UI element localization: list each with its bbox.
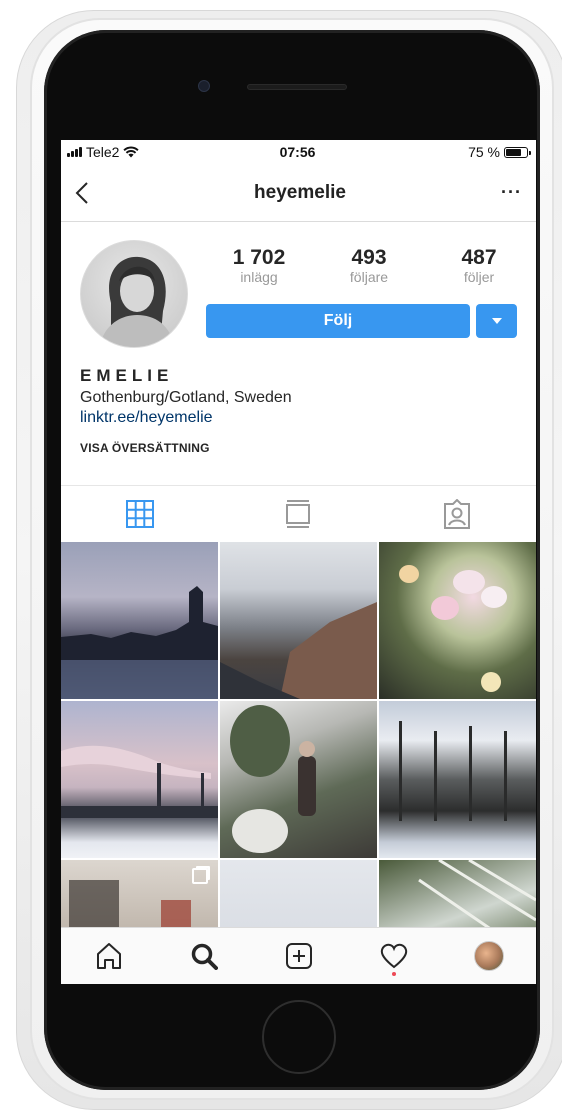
post-tile[interactable] [379, 542, 536, 699]
battery-icon [504, 146, 531, 158]
earpiece-speaker [247, 84, 347, 90]
post-tile[interactable] [220, 701, 377, 858]
tab-home[interactable] [87, 934, 131, 978]
stat-following[interactable]: 487 följer [429, 246, 529, 285]
status-bar: Tele2 07:56 75 % [61, 140, 536, 164]
winter-forest-photo [399, 721, 507, 821]
avatar-portrait [99, 256, 175, 347]
city-canal-photo [61, 586, 218, 699]
profile-avatar[interactable] [80, 240, 188, 348]
heart-icon [380, 943, 407, 969]
post-tile[interactable] [379, 701, 536, 858]
notification-dot [391, 972, 396, 976]
tab-tagged[interactable] [378, 486, 536, 541]
tab-add[interactable] [277, 934, 321, 978]
username-title: heyemelie [254, 181, 346, 203]
stat-label: inlägg [240, 269, 278, 285]
front-camera [198, 80, 210, 92]
tagged-icon [443, 498, 470, 529]
multiple-posts-icon [192, 868, 208, 884]
search-icon [191, 943, 218, 970]
profile-avatar-small [473, 941, 504, 971]
post-tile[interactable] [61, 542, 218, 699]
post-tile[interactable] [61, 701, 218, 858]
clock-time: 07:56 [279, 144, 316, 160]
follow-button[interactable]: Följ [206, 304, 470, 338]
profile-location: Gothenburg/Gotland, Sweden [80, 389, 292, 406]
chevron-left-icon [75, 181, 88, 204]
post-grid [61, 542, 536, 984]
carrier-label: Tele2 [86, 144, 120, 160]
stat-followers[interactable]: 493 följare [319, 246, 419, 285]
tab-grid[interactable] [61, 486, 219, 541]
stat-value: 493 [351, 246, 387, 269]
profile-header: 1 702 inlägg 493 följare 487 följer Följ [61, 222, 536, 348]
profile-stats: 1 702 inlägg 493 följare 487 följer [209, 246, 529, 285]
profile-tabs [61, 485, 536, 541]
post-tile[interactable] [220, 542, 377, 699]
stat-value: 1 702 [232, 246, 286, 269]
smokestacks-photo [61, 745, 218, 818]
list-icon [286, 499, 311, 528]
grid-icon [126, 499, 155, 528]
stat-value: 487 [461, 246, 497, 269]
profile-link[interactable]: linktr.ee/heyemelie [80, 409, 517, 427]
caret-down-icon [491, 318, 502, 324]
profile-bio: EMELIE Gothenburg/Gotland, Sweden linktr… [61, 338, 536, 455]
home-icon [96, 943, 121, 969]
phone-screen: Tele2 07:56 75 % heyemelie ··· 1 702 inl… [61, 140, 536, 984]
tab-activity[interactable] [372, 934, 416, 978]
wifi-icon [123, 146, 140, 158]
tab-search[interactable] [182, 934, 226, 978]
battery-percent: 75 % [468, 144, 500, 160]
tab-profile[interactable] [467, 934, 511, 978]
add-icon [285, 943, 312, 969]
more-options-button[interactable]: ··· [501, 182, 522, 203]
tab-feed[interactable] [219, 486, 377, 541]
see-translation-link[interactable]: VISA ÖVERSÄTTNING [80, 441, 517, 455]
stat-posts: 1 702 inlägg [209, 246, 309, 285]
signal-icon [67, 147, 82, 157]
stat-label: följare [349, 269, 389, 285]
cafe-plants-photo [230, 705, 316, 853]
stat-label: följer [463, 269, 495, 285]
suggested-dropdown-button[interactable] [476, 304, 517, 338]
bottom-tab-bar [61, 927, 536, 984]
profile-header-bar: heyemelie ··· [61, 164, 536, 222]
rocky-shore-photo [220, 602, 377, 699]
tulips-photo [399, 565, 507, 692]
profile-name: EMELIE [80, 366, 174, 385]
home-button[interactable] [262, 1000, 336, 1074]
back-button[interactable] [75, 181, 99, 205]
